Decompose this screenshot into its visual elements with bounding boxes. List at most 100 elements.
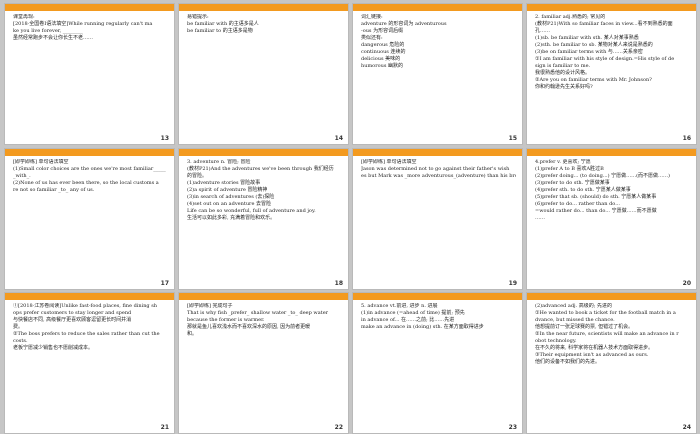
slide-text-line: 3. adventure n. 冒险; 冒险 [187,159,251,165]
slide-text-line: (3)in search of adventures (去)探险 [187,194,275,200]
slide-thumbnail[interactable]: 5. advance vt.前进, 进步 n. 进展 (1)in advance … [352,292,523,434]
slide-sorter-grid: 课堂再现: [2018·全国卷Ⅰ语法填空]While running regula… [0,0,700,434]
slide-text-line: ②The boss prefers to reduce the sales ra… [13,331,160,337]
slide-text-line: That is why fish _prefer_ shallow water … [187,310,329,316]
slide-thumbnail[interactable]: 课堂再现: [2018·全国卷Ⅰ语法填空]While running regula… [4,3,175,145]
slide-text-line: 费。 [13,324,24,330]
slide-text-line: 在不久的将来, 科学家将在机器人技术方面取得进步。 [535,345,654,351]
slide-text-line: 我很熟悉他的设计风格。 [535,70,591,76]
slide-text-line: 的冒险。 [187,173,208,179]
slide-thumbnail[interactable]: 3. adventure n. 冒险; 冒险 (教材P21)And the adv… [178,148,349,290]
slide-content: (2)advanced adj. 高级的; 先进的 ①He wanted to b… [535,303,690,419]
slide-text-line: 2. familiar adj.熟悉的; 常见的 [535,14,606,20]
slide-content: [即学即练] 完成句子 That is why fish _prefer_ sha… [187,303,342,419]
slide-text-line: ①He wanted to book a ticket for the foot… [535,310,676,316]
slide-number: 19 [508,280,517,287]
slide-header-bar [527,293,696,300]
slide-thumbnail[interactable]: 4.prefer v. 更喜欢; 宁愿 (1)prefer A to B 喜欢A胜… [526,148,697,290]
slide-header-bar [5,149,174,156]
slide-text-line: (3)prefer to do sth. 宁愿做某事 [535,180,610,186]
slide-text-line: humorous 幽默的 [361,63,403,69]
slide-number: 23 [508,424,517,431]
slide-text-line: 他想提前订一张足球赛的票, 但错过了机会。 [535,324,634,330]
slide-text-line: =would rather do... than do... 宁愿做……而不愿做 [535,208,657,214]
slide-number: 13 [160,135,169,142]
slide-text-line: …… [535,215,545,221]
slide-header-bar [5,4,174,11]
slide-header-bar [179,149,348,156]
slide-text-line: [即学即练] 单句语法填空 [13,159,69,165]
slide-text-line: 5. advance vt.前进, 进步 n. 进展 [361,303,438,309]
slide-text-line: (6)prefer to do... rather than do... [535,201,620,207]
slide-text-line: (1)Small color choices are the ones we'r… [13,166,166,172]
slide-thumbnail[interactable]: 2. familiar adj.熟悉的; 常见的 (教材P21)With so f… [526,3,697,145]
slide-text-line: be familiar to 的主语多是物 [187,28,253,34]
slide-text-line: (2)None of us has ever been there, so th… [13,180,159,186]
slide-text-line: ②Are you on familiar terms with Mr. John… [535,77,652,83]
slide-content: 3. adventure n. 冒险; 冒险 (教材P21)And the adv… [187,159,342,275]
slide-number: 15 [508,135,517,142]
slide-text-line: (2)advanced adj. 高级的; 先进的 [535,303,613,309]
slide-thumbnail[interactable]: 易错提示: be familiar with 的主语多是人 be familiar … [178,3,349,145]
slide-text-line: Jason was determined not to go against t… [361,166,510,172]
slide-number: 17 [160,280,169,287]
slide-text-line: 生活可以如此多彩, 充满着冒险和欢乐。 [187,215,276,221]
slide-content: [即学即练] 单句语法填空 (1)Small color choices are … [13,159,168,275]
slide-text-line: 类似还有: [361,35,383,41]
slide-text-line: ops prefer customers to stay longer and … [13,310,132,316]
slide-thumbnail[interactable]: [即学即练] 单句语法填空 Jason was determined not to… [352,148,523,290]
slide-text-line: 他们的设备不如我们的先进。 [535,359,601,365]
slide-text-line: be familiar with 的主语多是人 [187,21,259,27]
slide-text-line: 你和约翰逊先生关系好吗? [535,84,593,90]
slide-text-line: (2)prefer doing... (to doing...) 宁愿做……(而… [535,173,671,179]
slide-thumbnail[interactable]: [即学即练] 单句语法填空 (1)Small color choices are … [4,148,175,290]
slide-content: 5. advance vt.前进, 进步 n. 进展 (1)in advance … [361,303,516,419]
slide-number: 24 [682,424,691,431]
slide-thumbnail[interactable]: 词汇链接: adventure 的形容词为 adventurous -ous 为形容… [352,3,523,145]
slide-text-line: dangerous 危险的 [361,42,405,48]
slide-text-line: sign is familiar to me. [535,63,591,69]
slide-header-bar [353,293,522,300]
slide-text-line: es but Mark was _more adventurous_(adven… [361,173,516,179]
slide-text-line: 孔…… [535,28,551,34]
slide-thumbnail[interactable]: ①[2018·江苏卷阅读]Unlike fast-food places, fi… [4,292,175,434]
slide-header-bar [527,149,696,156]
slide-text-line: (3)be on familiar terms with 与……关系亲密 [535,49,643,55]
slide-text-line: ①I am familiar with his style of design.… [535,56,675,62]
slide-number: 21 [160,424,169,431]
slide-text-line: obot technology. [535,338,577,344]
slide-text-line: 4.prefer v. 更喜欢; 宁愿 [535,159,591,165]
slide-header-bar [527,4,696,11]
slide-text-line: (1)sb. be familiar with sth. 某人对某事熟悉 [535,35,639,41]
slide-content: 课堂再现: [2018·全国卷Ⅰ语法填空]While running regula… [13,14,168,130]
slide-text-line: 与快餐店不同, 高级餐厅更喜欢顾客逗留更长时间并消 [13,317,132,323]
slide-text-line: ③Their equipment isn't as advanced as ou… [535,352,649,358]
slide-text-line: 虽然经常跑步不会让你长生不老…… [13,35,94,41]
slide-text-line: (1)prefer A to B 喜欢A胜过B [535,166,604,172]
slide-content: 4.prefer v. 更喜欢; 宁愿 (1)prefer A to B 喜欢A胜… [535,159,690,275]
slide-text-line: (1)in advance (=ahead of time) 提前; 预先 [361,310,465,316]
slide-header-bar [5,293,174,300]
slide-content: 词汇链接: adventure 的形容词为 adventurous -ous 为形容… [361,14,516,130]
slide-header-bar [353,4,522,11]
slide-content: 2. familiar adj.熟悉的; 常见的 (教材P21)With so f… [535,14,690,130]
slide-header-bar [353,149,522,156]
slide-text-line: [即学即练] 单句语法填空 [361,159,417,165]
slide-text-line: ①[2018·江苏卷阅读]Unlike fast-food places, fi… [13,303,157,309]
slide-number: 20 [682,280,691,287]
slide-text-line: 课堂再现: [13,14,35,20]
slide-content: 易错提示: be familiar with 的主语多是人 be familiar … [187,14,342,130]
slide-text-line: in advance of... 在……之前; 比……先进 [361,317,455,323]
slide-text-line: 和。 [187,331,198,337]
slide-thumbnail[interactable]: [即学即练] 完成句子 That is why fish _prefer_ sha… [178,292,349,434]
slide-number: 18 [334,280,343,287]
slide-text-line: 词汇链接: [361,14,383,20]
slide-text-line: make an advance in (doing) sth. 在某方面取得进步 [361,324,484,330]
slide-text-line: 老板宁愿减少销售也不愿削减成本。 [13,345,94,351]
slide-thumbnail[interactable]: (2)advanced adj. 高级的; 先进的 ①He wanted to b… [526,292,697,434]
slide-number: 16 [682,135,691,142]
slide-header-bar [179,293,348,300]
slide-text-line: adventure 的形容词为 adventurous [361,21,447,27]
slide-number: 14 [334,135,343,142]
slide-text-line: (教材P21)And the adventures we've been thr… [187,166,334,172]
